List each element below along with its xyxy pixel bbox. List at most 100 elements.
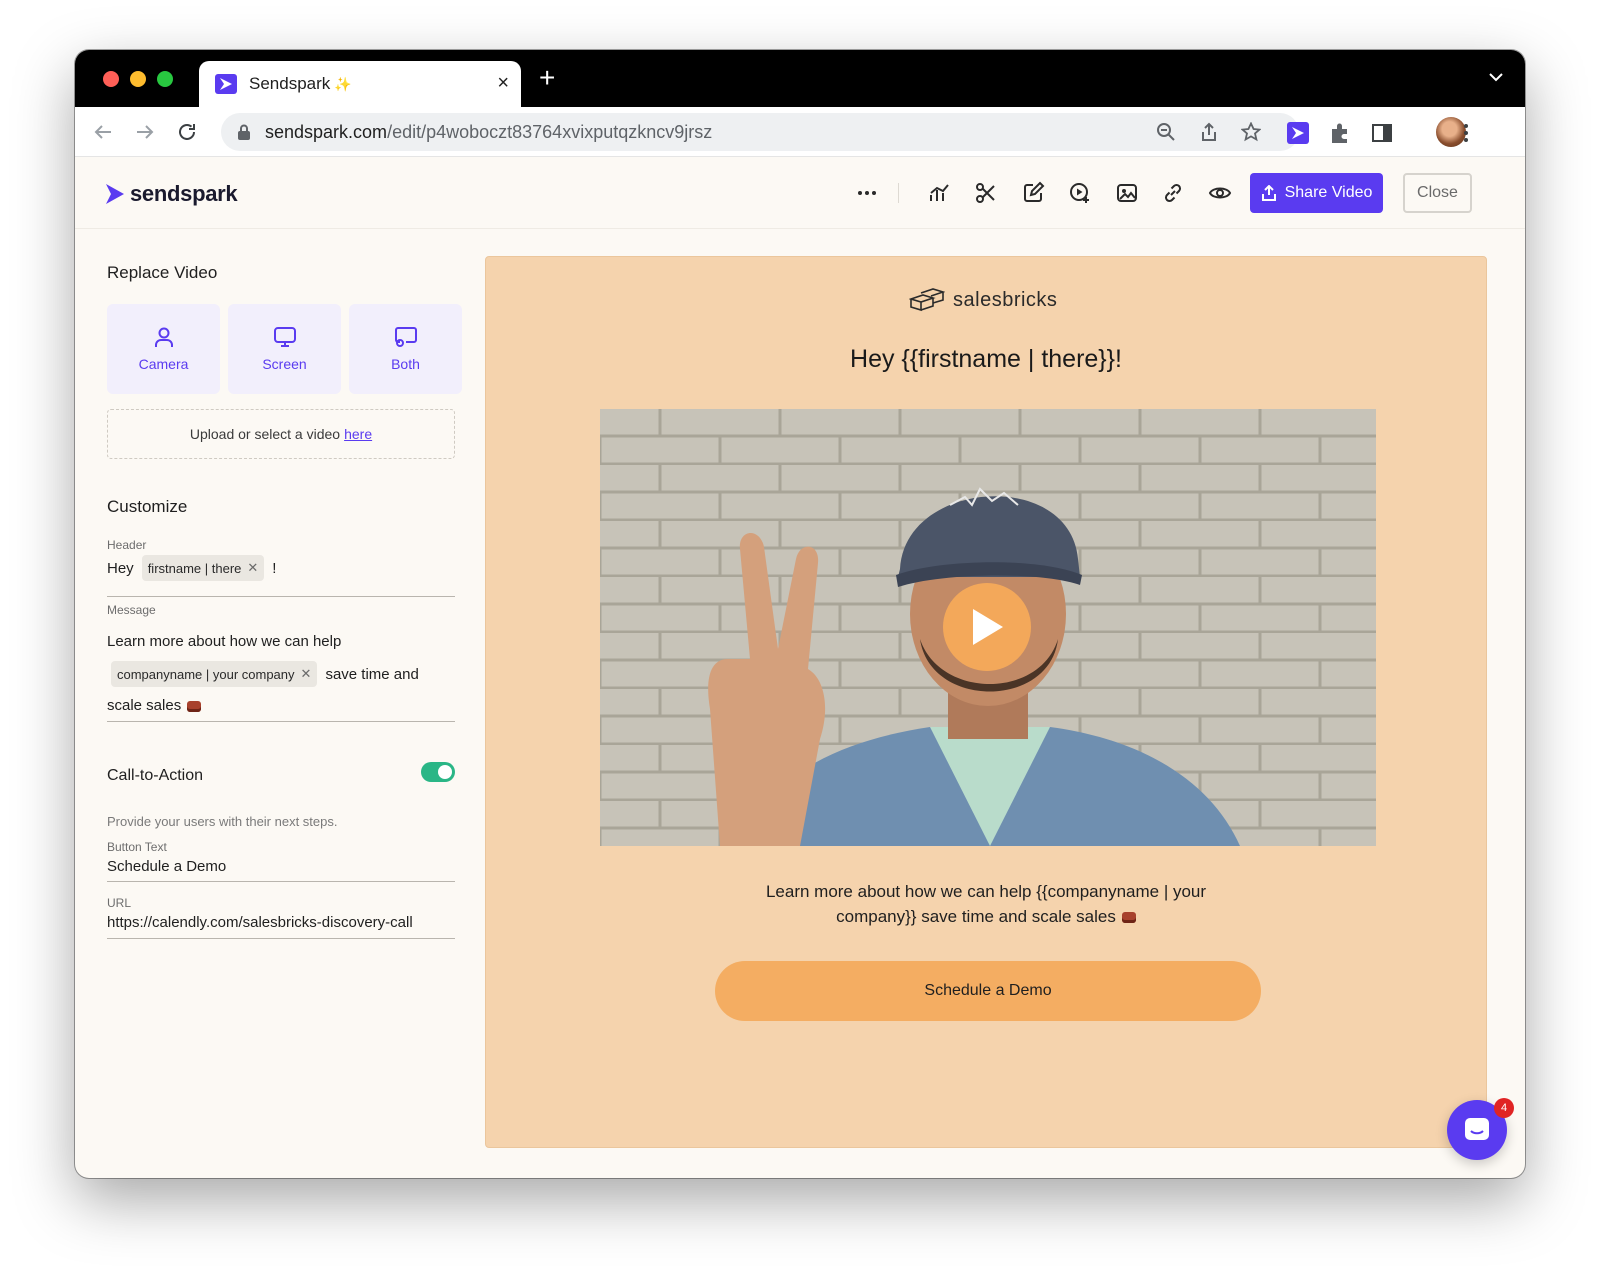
sendspark-favicon-icon (215, 74, 237, 94)
salesbricks-logo: salesbricks (909, 287, 1057, 313)
bookmark-star-icon[interactable] (1241, 122, 1261, 142)
tab-close-icon[interactable]: × (497, 73, 509, 93)
reload-icon[interactable] (175, 120, 199, 144)
button-text-label: Button Text (107, 840, 167, 854)
chat-notification-badge: 4 (1494, 1098, 1514, 1118)
close-button[interactable]: Close (1403, 173, 1472, 213)
message-line-2[interactable]: companyname | your company ✕ save time a… (111, 661, 419, 687)
browser-menu-icon[interactable] (1455, 122, 1477, 144)
header-prefix: Hey (107, 559, 134, 577)
chip-label: firstname | there (147, 560, 242, 576)
upload-icon (1261, 185, 1276, 201)
header-field-underline (107, 596, 455, 597)
screen-option[interactable]: Screen (228, 304, 341, 394)
cta-title: Call-to-Action (107, 767, 204, 784)
upload-video-dropzone[interactable]: Upload or select a video here (107, 409, 455, 459)
replace-video-options: Camera Screen Both (107, 304, 462, 394)
play-icon (973, 609, 1003, 645)
cta-help-text: Provide your users with their next steps… (107, 814, 338, 829)
share-video-label: Share Video (1284, 184, 1373, 201)
tab-title: Sendspark (249, 74, 331, 93)
new-tab-icon[interactable]: + (539, 64, 555, 92)
firstname-variable-chip[interactable]: firstname | there ✕ (141, 555, 265, 581)
lock-icon (238, 124, 250, 140)
chip-remove-icon[interactable]: ✕ (247, 560, 258, 576)
sendspark-logo[interactable]: sendspark (106, 181, 238, 207)
video-add-icon[interactable] (1068, 181, 1092, 205)
link-icon[interactable] (1161, 181, 1185, 205)
thumbnail-icon[interactable] (1115, 181, 1139, 205)
sendspark-logo-icon (106, 184, 124, 204)
replace-video-title: Replace Video (107, 263, 218, 282)
preview-message: Learn more about how we can help {{compa… (736, 879, 1236, 929)
tab-search-chevron-icon[interactable] (1489, 72, 1503, 82)
scissors-icon[interactable] (974, 181, 998, 205)
person-icon (154, 327, 173, 347)
preview-eye-icon[interactable] (1208, 181, 1232, 205)
url-underline (107, 938, 455, 939)
screen-camera-icon (394, 327, 417, 347)
both-option[interactable]: Both (349, 304, 462, 394)
more-icon[interactable] (855, 181, 879, 205)
message-field-underline (107, 721, 455, 722)
screen-option-label: Screen (262, 356, 307, 372)
schedule-demo-button[interactable]: Schedule a Demo (715, 961, 1261, 1021)
url-label: URL (107, 896, 132, 910)
header-field[interactable]: Hey firstname | there ✕ ! (107, 555, 276, 581)
share-video-button[interactable]: Share Video (1250, 173, 1383, 213)
sparkle-icon: ✨ (334, 75, 352, 92)
play-button[interactable] (943, 583, 1031, 671)
camera-option[interactable]: Camera (107, 304, 220, 394)
preview-message-text: Learn more about how we can help {{compa… (765, 882, 1207, 926)
message-field-label: Message (107, 603, 156, 617)
message-line-1[interactable]: Learn more about how we can help (107, 633, 341, 650)
upload-here-link[interactable]: here (344, 426, 372, 442)
browser-window: Sendspark ✨ × + sendspark.com/edit/p4wob… (75, 50, 1525, 1178)
button-text-input[interactable]: Schedule a Demo (107, 858, 226, 875)
close-window-button[interactable] (103, 71, 119, 87)
brick-emoji-icon (1121, 912, 1136, 924)
analytics-icon[interactable] (927, 181, 951, 205)
video-player[interactable] (600, 409, 1376, 846)
back-icon[interactable] (91, 120, 115, 144)
video-page-preview: salesbricks Hey {{firstname | there}}! L… (485, 256, 1487, 1148)
chip-remove-icon[interactable]: ✕ (301, 666, 312, 682)
message-line-3[interactable]: scale sales (107, 697, 202, 714)
brand-name: sendspark (130, 181, 238, 206)
header-suffix: ! (272, 559, 277, 577)
chat-icon (1465, 1118, 1489, 1140)
salesbricks-logo-text: salesbricks (953, 288, 1058, 311)
message-after-chip: save time and (325, 665, 419, 683)
camera-option-label: Camera (138, 356, 189, 372)
bricks-logo-icon (909, 288, 945, 312)
companyname-variable-chip[interactable]: companyname | your company ✕ (111, 661, 318, 687)
maximize-window-button[interactable] (157, 71, 173, 87)
app-header: sendspark Share Video Close (75, 157, 1525, 229)
minimize-window-button[interactable] (130, 71, 146, 87)
browser-toolbar: sendspark.com/edit/p4woboczt83764xvixput… (75, 107, 1525, 157)
browser-tab[interactable]: Sendspark ✨ × (199, 61, 521, 107)
upload-text: Upload or select a video (189, 426, 341, 442)
share-page-icon[interactable] (1199, 122, 1219, 142)
customize-title: Customize (107, 497, 188, 516)
message-line-3-text: scale sales (107, 697, 182, 714)
edit-icon[interactable] (1021, 181, 1045, 205)
url-path: /edit/p4woboczt83764xvixputqzkncv9jrsz (387, 121, 713, 142)
cta-toggle[interactable] (421, 762, 455, 782)
header-field-label: Header (107, 538, 147, 552)
brick-emoji-icon (187, 700, 202, 712)
zoom-icon[interactable] (1156, 122, 1176, 142)
sendspark-extension-icon[interactable] (1287, 122, 1309, 144)
url-host: sendspark.com (265, 121, 388, 142)
chat-launcher-button[interactable]: 4 (1447, 1098, 1514, 1160)
side-panel-icon[interactable] (1371, 122, 1393, 144)
monitor-icon (273, 327, 296, 347)
header-divider (898, 183, 899, 203)
forward-icon[interactable] (133, 120, 157, 144)
tab-strip: Sendspark ✨ × + (75, 50, 1525, 107)
extensions-puzzle-icon[interactable] (1329, 122, 1351, 144)
address-bar[interactable]: sendspark.com/edit/p4woboczt83764xvixput… (221, 113, 1299, 151)
chip-label: companyname | your company (117, 666, 295, 682)
button-text-underline (107, 881, 455, 882)
url-input[interactable]: https://calendly.com/salesbricks-discove… (107, 914, 413, 931)
